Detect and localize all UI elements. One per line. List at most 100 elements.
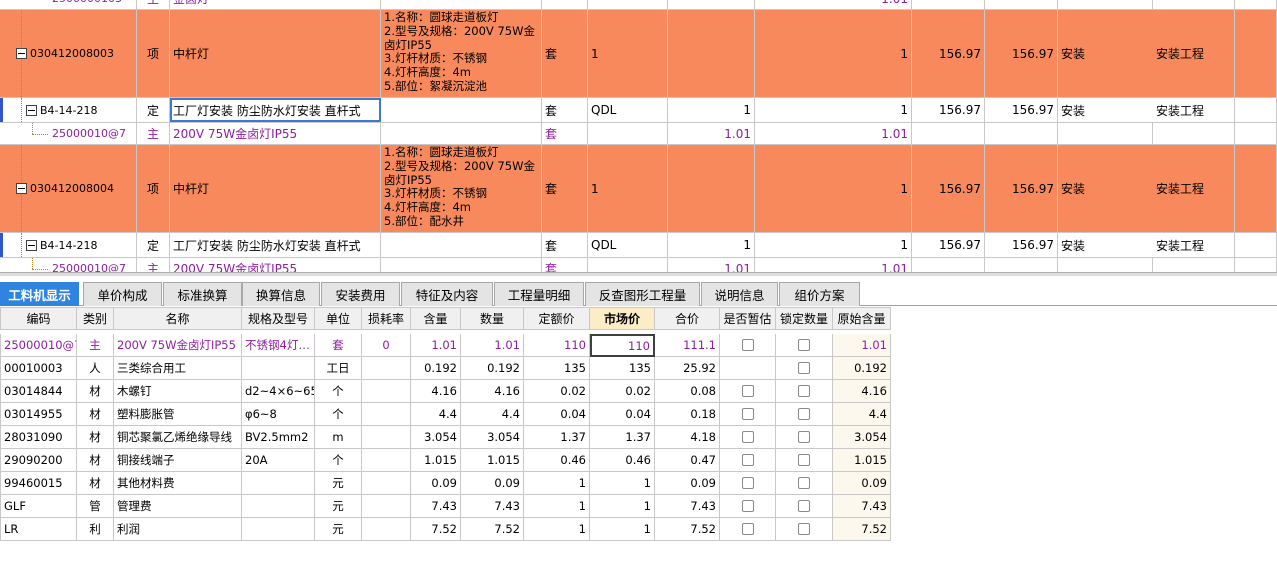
cell-temp[interactable]: [720, 334, 776, 357]
cell-unit[interactable]: 元: [315, 472, 362, 495]
cell-qty[interactable]: 1: [755, 145, 912, 232]
cell-total[interactable]: 0.18: [655, 403, 720, 426]
column-header-name[interactable]: 名称: [114, 307, 242, 330]
cell-unit[interactable]: 个: [315, 449, 362, 472]
cell-quota[interactable]: 1: [524, 495, 590, 518]
checkbox-icon[interactable]: [798, 431, 810, 443]
cell-market[interactable]: 1: [590, 472, 655, 495]
cell-name[interactable]: 其他材料费: [114, 472, 242, 495]
cell-extra[interactable]: [1235, 123, 1277, 144]
cell-unit[interactable]: 个: [315, 380, 362, 403]
main-material-row[interactable]: 25000010@7 主 200V 75W金卤灯IP55 套 1.01 1.01: [0, 123, 1277, 145]
material-row[interactable]: GLF 管 管理费 元 7.43 7.43 1 1 7.43 7.43: [0, 495, 891, 518]
cell-cat[interactable]: 材: [77, 380, 114, 403]
cell-category[interactable]: [1153, 0, 1235, 9]
checkbox-icon[interactable]: [798, 454, 810, 466]
cell-type[interactable]: 定: [137, 98, 170, 122]
tab-8[interactable]: 反查图形工程量: [585, 282, 700, 306]
cell-market[interactable]: 0.02: [590, 380, 655, 403]
cell-code[interactable]: 03014844: [0, 380, 77, 403]
cell-unit[interactable]: 个: [315, 403, 362, 426]
cell-cat[interactable]: 人: [77, 357, 114, 380]
cell-unit[interactable]: 套: [542, 233, 588, 257]
cell-content[interactable]: 3.054: [411, 426, 461, 449]
cell-type[interactable]: 项: [137, 145, 170, 232]
cell-extra[interactable]: [1235, 98, 1277, 122]
quota-row[interactable]: B4-14-218 定工厂灯安装 防尘防水灯安装 直杆式 套 QDL 1 1 156.97 1…: [0, 233, 1277, 258]
cell-loss[interactable]: [362, 403, 411, 426]
cell-name[interactable]: 管理费: [114, 495, 242, 518]
cell-code[interactable]: 99460015: [0, 472, 77, 495]
cell-total[interactable]: 4.18: [655, 426, 720, 449]
cell-code[interactable]: 25000010@7: [0, 258, 137, 272]
cell-unit[interactable]: 元: [315, 518, 362, 541]
panel-splitter[interactable]: [0, 272, 1277, 276]
tab-6[interactable]: 特征及内容: [401, 282, 493, 306]
cell-name[interactable]: 200V 75W金卤灯IP55: [114, 334, 242, 357]
cell-total[interactable]: 25.92: [655, 357, 720, 380]
column-header-lock[interactable]: 锁定数量: [776, 307, 833, 330]
cell-major[interactable]: 安装: [1058, 233, 1153, 257]
tab-5[interactable]: 安装费用: [321, 282, 400, 306]
material-row[interactable]: 03014844 材 木螺钉 d2~4×6~65 个 4.16 4.16 0.02 0.02 0.…: [0, 380, 891, 403]
checkbox-icon[interactable]: [741, 477, 754, 489]
cell-major[interactable]: 安装: [1058, 98, 1153, 122]
cell-total[interactable]: 156.97: [985, 98, 1058, 122]
cell-code[interactable]: 2500000103: [0, 0, 137, 9]
cell-qty[interactable]: 1.01: [461, 334, 524, 357]
material-row[interactable]: 28031090 材 铜芯聚氯乙烯绝缘导线 BV2.5mm2 m 3.054 3.054 1.…: [0, 426, 891, 449]
cell-code[interactable]: GLF: [0, 495, 77, 518]
cell-expr[interactable]: QDL: [588, 233, 668, 257]
cell-orig[interactable]: 1.015: [833, 449, 891, 472]
cell-quota[interactable]: 1: [524, 472, 590, 495]
cell-loss[interactable]: [362, 426, 411, 449]
cell-qty[interactable]: 1: [755, 233, 912, 257]
cell-name[interactable]: 铜接线端子: [114, 449, 242, 472]
cell-name[interactable]: 200V 75W金卤灯IP55: [170, 258, 381, 272]
cell-category[interactable]: 安装工程: [1153, 145, 1235, 232]
cell-lock[interactable]: [776, 472, 833, 495]
cell-market[interactable]: 0.04: [590, 403, 655, 426]
quota-row[interactable]: B4-14-218 定工厂灯安装 防尘防水灯安装 直杆式 套 QDL 1 1 156.97 1…: [0, 98, 1277, 123]
cell-qty[interactable]: 7.43: [461, 495, 524, 518]
cell-name[interactable]: 中杆灯: [170, 145, 381, 232]
cell-content[interactable]: 4.4: [411, 403, 461, 426]
cell-content[interactable]: 4.16: [411, 380, 461, 403]
cell-spec[interactable]: d2~4×6~65: [242, 380, 315, 403]
cell-cat[interactable]: 主: [77, 334, 114, 357]
cell-base-qty[interactable]: [668, 0, 755, 9]
cell-spec[interactable]: 不锈钢4灯…: [242, 334, 315, 357]
cell-orig[interactable]: 7.43: [833, 495, 891, 518]
column-header-code[interactable]: 编码: [0, 307, 77, 330]
cell-temp[interactable]: [720, 472, 776, 495]
cell-total[interactable]: 7.43: [655, 495, 720, 518]
cell-spec[interactable]: [242, 495, 315, 518]
checkbox-icon[interactable]: [798, 339, 810, 351]
cell-lock[interactable]: [776, 495, 833, 518]
cell-spec[interactable]: [242, 472, 315, 495]
cell-expr[interactable]: [588, 0, 668, 9]
cell-quota[interactable]: 1: [524, 518, 590, 541]
cell-market[interactable]: 1: [590, 495, 655, 518]
cell-expr[interactable]: [588, 123, 668, 144]
cell-market[interactable]: 135: [590, 357, 655, 380]
cell-extra[interactable]: [1235, 0, 1277, 9]
cell-name[interactable]: 200V 75W金卤灯IP55: [170, 123, 381, 144]
checkbox-icon[interactable]: [741, 385, 754, 397]
cell-temp[interactable]: [720, 495, 776, 518]
cell-orig[interactable]: 3.054: [833, 426, 891, 449]
cell-qty[interactable]: 4.16: [461, 380, 524, 403]
tab-1[interactable]: 工料机显示: [0, 282, 79, 306]
cell-unit[interactable]: 套: [542, 145, 588, 232]
cell-extra[interactable]: [1235, 145, 1277, 232]
cell-loss[interactable]: 0: [362, 334, 411, 357]
bill-item-row[interactable]: 030412008003 项中杆灯 1.名称：圆球走道板灯 2.型号及规格：200V …: [0, 10, 1277, 98]
cell-loss[interactable]: [362, 357, 411, 380]
cell-quota[interactable]: 1.37: [524, 426, 590, 449]
cell-unit-price[interactable]: 156.97: [912, 233, 985, 257]
cell-qty[interactable]: 1: [755, 10, 912, 97]
cell-name[interactable]: 铜芯聚氯乙烯绝缘导线: [114, 426, 242, 449]
cell-temp[interactable]: [720, 403, 776, 426]
cell-market[interactable]: 0.46: [590, 449, 655, 472]
cell-expr[interactable]: [588, 258, 668, 272]
